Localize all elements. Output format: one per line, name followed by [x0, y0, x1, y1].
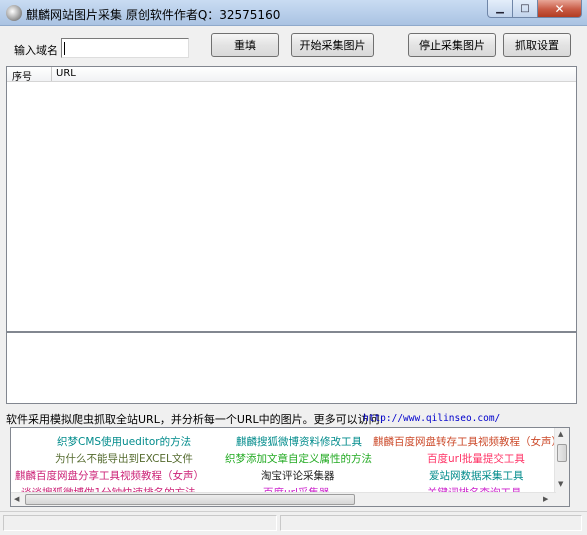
- link-item[interactable]: 麒麟搜狐微博资料修改工具: [236, 434, 362, 449]
- scroll-thumb[interactable]: [557, 444, 567, 462]
- list-header: 序号 URL: [7, 67, 576, 83]
- promo-link[interactable]: http://www.qilinseo.com/: [363, 413, 500, 424]
- maximize-button[interactable]: □: [513, 0, 538, 18]
- scroll-down-icon[interactable]: ▼: [558, 480, 563, 488]
- url-list[interactable]: 序号 URL: [6, 66, 577, 332]
- text-caret: [64, 42, 65, 55]
- window-controls: ▁ □ ✕: [487, 0, 582, 18]
- column-divider[interactable]: [51, 67, 52, 81]
- link-item[interactable]: 淘宝评论采集器: [261, 468, 335, 483]
- domain-label: 输入域名: [14, 44, 58, 57]
- links-horizontal-scrollbar[interactable]: ◀ ▶: [11, 492, 556, 506]
- link-item[interactable]: 为什么不能导出到EXCEL文件: [55, 451, 193, 466]
- settings-button[interactable]: 抓取设置: [503, 33, 571, 57]
- promo-text: 软件采用模拟爬虫抓取全站URL，并分析每一个URL中的图片。更多可以访问:: [6, 413, 384, 426]
- reset-button[interactable]: 重填: [211, 33, 279, 57]
- domain-input[interactable]: [61, 38, 189, 58]
- link-item[interactable]: 百度url批量提交工具: [427, 451, 525, 466]
- scroll-up-icon[interactable]: ▲: [558, 430, 563, 438]
- column-header-url[interactable]: URL: [56, 68, 76, 79]
- link-item[interactable]: 麒麟百度网盘转存工具视频教程（女声）: [373, 434, 562, 449]
- status-bar: [0, 511, 587, 535]
- close-button[interactable]: ✕: [538, 0, 582, 18]
- link-item[interactable]: 爱站网数据采集工具: [429, 468, 524, 483]
- stop-capture-button[interactable]: 停止采集图片: [408, 33, 496, 57]
- link-item[interactable]: 织梦CMS使用ueditor的方法: [57, 434, 191, 449]
- minimize-icon: ▁: [496, 3, 504, 14]
- links-panel: 织梦CMS使用ueditor的方法 麒麟搜狐微博资料修改工具 麒麟百度网盘转存工…: [10, 427, 570, 507]
- scroll-left-icon[interactable]: ◀: [14, 495, 19, 503]
- app-icon: [6, 5, 22, 21]
- status-panel: [280, 515, 582, 531]
- window-title: 麒麟网站图片采集 原创软件作者Q：32575160: [26, 8, 281, 22]
- minimize-button[interactable]: ▁: [487, 0, 513, 18]
- horizontal-scroll-thumb[interactable]: [25, 494, 355, 505]
- scroll-right-icon[interactable]: ▶: [543, 495, 548, 503]
- close-icon: ✕: [554, 1, 565, 16]
- link-item[interactable]: 麒麟百度网盘分享工具视频教程（女声）: [15, 468, 204, 483]
- status-panel: [3, 515, 277, 531]
- start-capture-button[interactable]: 开始采集图片: [291, 33, 374, 57]
- link-item[interactable]: 织梦添加文章自定义属性的方法: [225, 451, 372, 466]
- log-panel[interactable]: [6, 332, 577, 404]
- title-bar: 麒麟网站图片采集 原创软件作者Q：32575160 ▁ □ ✕: [0, 0, 587, 26]
- column-header-index[interactable]: 序号: [12, 68, 32, 83]
- maximize-icon: □: [520, 3, 530, 14]
- links-vertical-scrollbar[interactable]: ▲ ▼: [554, 428, 569, 506]
